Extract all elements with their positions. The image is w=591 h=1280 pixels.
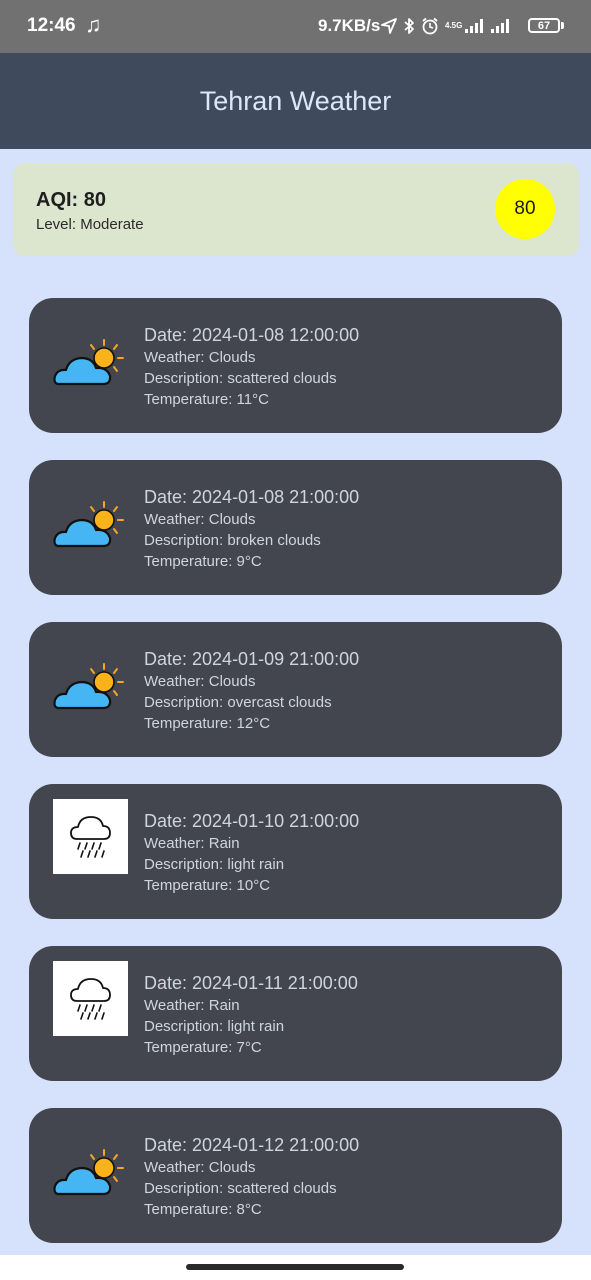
forecast-text: Date: 2024-01-08 12:00:00 Weather: Cloud…	[144, 325, 359, 410]
forecast-text: Date: 2024-01-11 21:00:00 Weather: Rain …	[144, 973, 358, 1058]
forecast-card[interactable]: Date: 2024-01-11 21:00:00 Weather: Rain …	[29, 946, 562, 1081]
forecast-card[interactable]: Date: 2024-01-10 21:00:00 Weather: Rain …	[29, 784, 562, 919]
location-arrow-icon	[381, 18, 397, 34]
forecast-text: Date: 2024-01-08 21:00:00 Weather: Cloud…	[144, 487, 359, 572]
forecast-card[interactable]: Date: 2024-01-12 21:00:00 Weather: Cloud…	[29, 1108, 562, 1243]
app-bar: Tehran Weather	[0, 53, 591, 149]
forecast-weather: Weather: Rain	[144, 835, 240, 852]
forecast-description: Description: light rain	[144, 1018, 285, 1035]
status-icons: 4.5G	[381, 14, 510, 38]
forecast-card[interactable]: Date: 2024-01-08 21:00:00 Weather: Cloud…	[29, 460, 562, 595]
music-note-icon: ♫	[85, 12, 102, 37]
forecast-weather: Weather: Clouds	[144, 673, 256, 690]
bluetooth-icon	[403, 17, 415, 35]
forecast-weather: Weather: Rain	[144, 997, 240, 1014]
forecast-description: Description: light rain	[144, 856, 285, 873]
aqi-value: AQI: 80	[36, 189, 107, 211]
forecast-date: Date: 2024-01-11 21:00:00	[144, 973, 358, 993]
forecast-text: Date: 2024-01-10 21:00:00 Weather: Rain …	[144, 811, 359, 896]
aqi-card: AQI: 80 Level: Moderate 80	[13, 163, 579, 256]
battery-icon: 67	[528, 18, 560, 33]
forecast-temperature: Temperature: 9°C	[144, 553, 262, 570]
network-speed: 9.7KB/s	[318, 16, 381, 35]
aqi-level: Level: Moderate	[36, 216, 144, 233]
status-time: 12:46	[27, 15, 76, 36]
signal-icon	[464, 18, 484, 34]
forecast-weather: Weather: Clouds	[144, 511, 256, 528]
forecast-temperature: Temperature: 11°C	[144, 391, 269, 408]
forecast-text: Date: 2024-01-09 21:00:00 Weather: Cloud…	[144, 649, 359, 734]
forecast-temperature: Temperature: 10°C	[144, 877, 271, 894]
forecast-description: Description: overcast clouds	[144, 694, 332, 711]
forecast-date: Date: 2024-01-08 12:00:00	[144, 325, 360, 345]
forecast-description: Description: scattered clouds	[144, 1180, 337, 1197]
rain-cloud-icon	[53, 799, 128, 874]
forecast-temperature: Temperature: 8°C	[144, 1201, 262, 1218]
status-bar: 12:46 ♫ 9.7KB/s 4.5G 67	[0, 0, 591, 53]
home-indicator[interactable]	[186, 1264, 404, 1270]
forecast-date: Date: 2024-01-09 21:00:00	[144, 649, 360, 669]
forecast-weather: Weather: Clouds	[144, 1159, 256, 1176]
forecast-card[interactable]: Date: 2024-01-09 21:00:00 Weather: Cloud…	[29, 622, 562, 757]
cloud-sun-icon	[53, 1148, 128, 1223]
forecast-text: Date: 2024-01-12 21:00:00 Weather: Cloud…	[144, 1135, 359, 1220]
forecast-card[interactable]: Date: 2024-01-08 12:00:00 Weather: Cloud…	[29, 298, 562, 433]
alarm-icon	[421, 17, 439, 35]
forecast-weather: Weather: Clouds	[144, 349, 256, 366]
forecast-description: Description: broken clouds	[144, 532, 321, 549]
forecast-temperature: Temperature: 12°C	[144, 715, 271, 732]
battery-tip	[561, 22, 564, 29]
network-type: 4.5G	[445, 21, 463, 30]
cloud-sun-icon	[53, 500, 128, 575]
rain-cloud-icon	[53, 961, 128, 1036]
battery-level: 67	[537, 19, 551, 32]
cloud-sun-icon	[53, 662, 128, 737]
forecast-date: Date: 2024-01-12 21:00:00	[144, 1135, 360, 1155]
forecast-date: Date: 2024-01-08 21:00:00	[144, 487, 360, 507]
page-title: Tehran Weather	[199, 85, 392, 116]
forecast-temperature: Temperature: 7°C	[144, 1039, 262, 1056]
cloud-sun-icon	[53, 338, 128, 413]
forecast-date: Date: 2024-01-10 21:00:00	[144, 811, 360, 831]
forecast-description: Description: scattered clouds	[144, 370, 337, 387]
signal-icon	[490, 18, 510, 34]
aqi-badge: 80	[495, 179, 555, 239]
